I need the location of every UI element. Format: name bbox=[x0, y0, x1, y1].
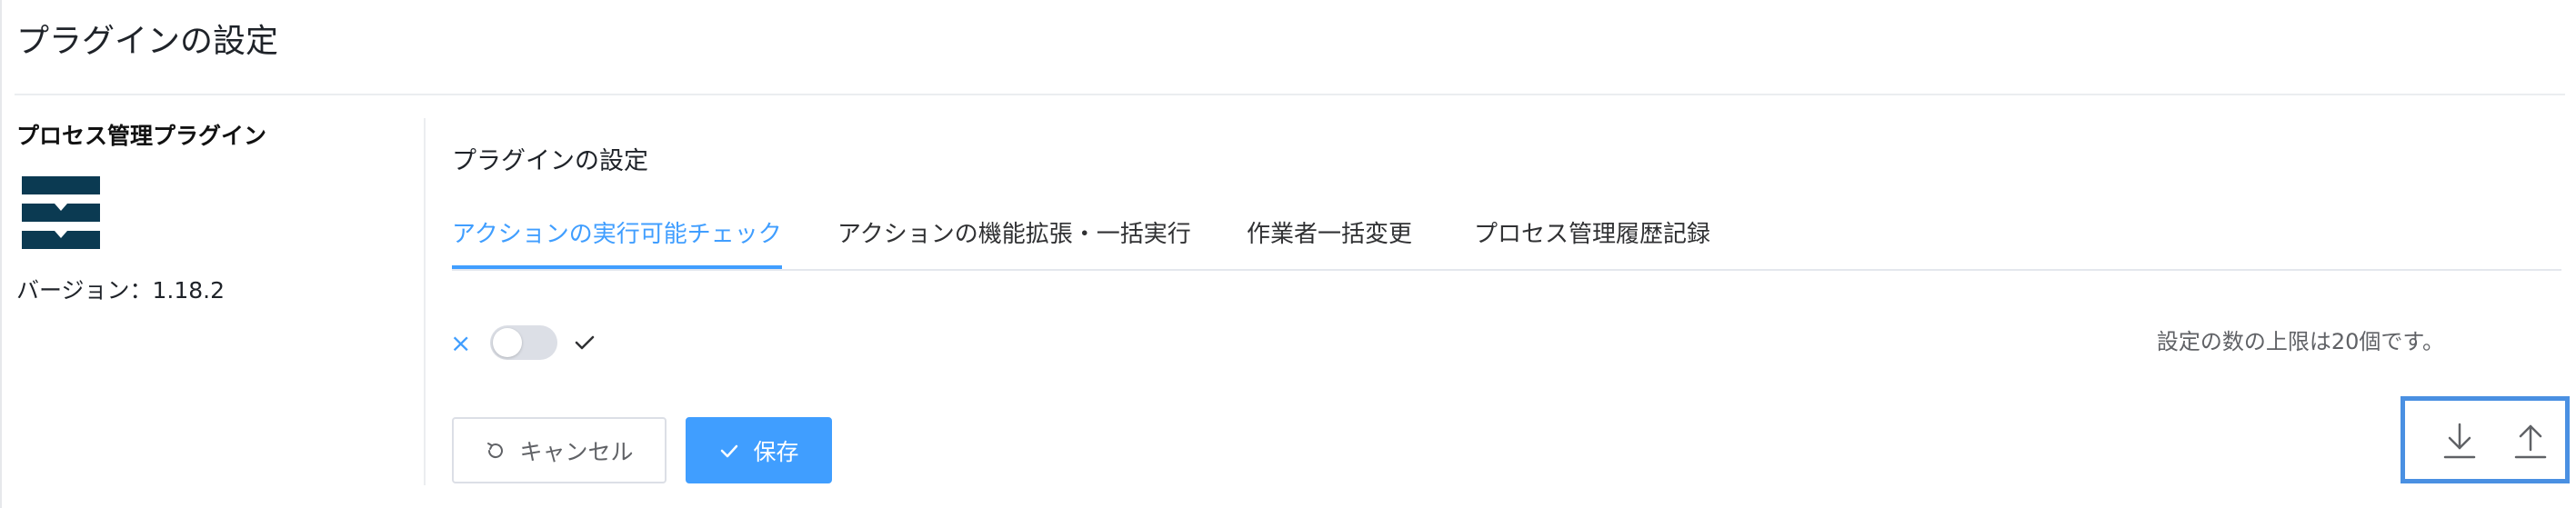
plugin-version: バージョン：1.18.2 bbox=[16, 277, 226, 304]
tab-action-executable-check[interactable]: アクションの実行可能チェック bbox=[452, 216, 782, 269]
download-icon[interactable] bbox=[2441, 421, 2478, 461]
toggle-knob bbox=[493, 328, 522, 357]
plugin-logo-icon bbox=[22, 176, 100, 249]
settings-limit-note: 設定の数の上限は20個です。 bbox=[2156, 329, 2444, 354]
panel-title: プラグインの設定 bbox=[452, 147, 648, 175]
save-button-label: 保存 bbox=[753, 438, 799, 465]
tab-action-extension-bulk-run[interactable]: アクションの機能拡張・一括実行 bbox=[837, 216, 1191, 267]
tab-bulk-assignee-change[interactable]: 作業者一括変更 bbox=[1247, 216, 1412, 267]
tab-process-history-log[interactable]: プロセス管理履歴記録 bbox=[1474, 216, 1710, 267]
save-button[interactable]: 保存 bbox=[686, 417, 832, 483]
vertical-divider bbox=[424, 118, 426, 485]
cancel-button[interactable]: キャンセル bbox=[452, 417, 667, 483]
upload-icon[interactable] bbox=[2512, 421, 2549, 461]
left-edge-border bbox=[0, 0, 2, 508]
page-title: プラグインの設定 bbox=[16, 23, 279, 60]
cancel-button-label: キャンセル bbox=[519, 438, 634, 465]
toggle-off-symbol: × bbox=[450, 328, 472, 358]
plugin-name: プロセス管理プラグイン bbox=[16, 123, 267, 149]
check-icon bbox=[718, 440, 740, 462]
settings-tabs: アクションの実行可能チェック アクションの機能拡張・一括実行 作業者一括変更 プ… bbox=[452, 216, 2561, 271]
refresh-icon bbox=[485, 440, 506, 462]
check-icon bbox=[573, 331, 596, 354]
enable-toggle[interactable] bbox=[490, 325, 557, 360]
title-divider bbox=[15, 94, 2565, 95]
import-export-toolbar bbox=[2401, 396, 2570, 483]
